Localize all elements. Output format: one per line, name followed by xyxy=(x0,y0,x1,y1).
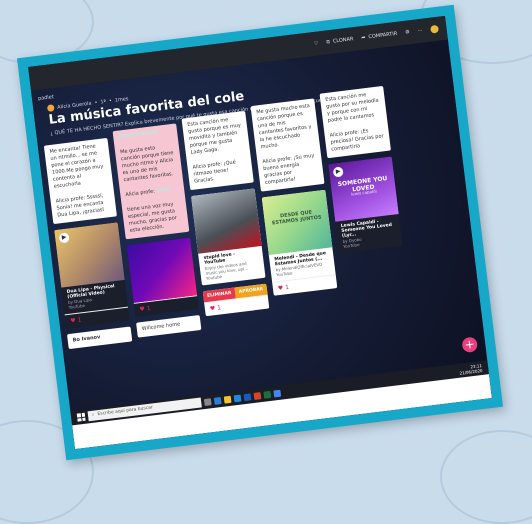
video-card[interactable]: stupid love - YouTube Enjoy the videos a… xyxy=(191,188,266,286)
share-button[interactable]: ➦ COMPARTIR xyxy=(361,31,398,41)
photo-frame: ♡ ⧉ CLONAR ➦ COMPARTIR ⚙ ⋯ padlet Alicia… xyxy=(16,4,504,461)
video-card[interactable]: ♥ 1 xyxy=(126,237,199,317)
video-thumbnail[interactable] xyxy=(191,188,262,254)
teacher-reply: Alicia profe: ¡Qué ritmazo tiene! Gracia… xyxy=(192,159,237,185)
heart-icon: ♥ xyxy=(139,305,146,314)
edge-icon[interactable] xyxy=(213,396,222,405)
windows-start-icon[interactable] xyxy=(76,412,86,422)
post-card[interactable]: Willcome home xyxy=(136,314,202,338)
cortana-icon[interactable] xyxy=(203,397,212,406)
video-card[interactable]: ▶ SOMEONE YOU LOVED lewis capaldi Lewis … xyxy=(328,156,403,254)
moderation-card: ELIMINAR APROBAR ♥ 1 xyxy=(202,283,270,317)
word-icon[interactable] xyxy=(243,392,252,401)
teacher-reply: Alicia profe: Sssssí, Sonia! me encanta … xyxy=(55,192,105,219)
heart-icon: ♡ xyxy=(313,40,319,47)
monitor-screen: ♡ ⧉ CLONAR ➦ COMPARTIR ⚙ ⋯ padlet Alicia… xyxy=(28,15,492,450)
heart-icon: ♥ xyxy=(209,305,216,313)
author-avatar xyxy=(46,104,55,112)
play-icon[interactable]: ▶ xyxy=(58,232,70,244)
more-button[interactable]: ⋯ xyxy=(417,28,423,35)
post-card[interactable]: Esta canción me gusta por su melodía y p… xyxy=(319,85,391,159)
store-icon[interactable] xyxy=(233,394,242,402)
video-card[interactable]: DESDE QUE ESTAMOS JUNTOS Melendi - Desde… xyxy=(261,189,338,296)
more-icon: ⋯ xyxy=(417,27,423,35)
taskbar-clock[interactable]: 23:11 21/06/2020 xyxy=(459,363,482,376)
post-text: Me encanta! Tiene un ritmillo... se me p… xyxy=(49,143,104,190)
video-thumbnail[interactable]: DESDE QUE ESTAMOS JUNTOS xyxy=(261,189,333,256)
post-text: Me gusta mucho esta canción porque es un… xyxy=(255,103,312,151)
post-card[interactable]: Me gusta esta canción porque tiene mucho… xyxy=(112,123,190,240)
settings-button[interactable]: ⚙ xyxy=(405,29,410,36)
search-icon: ⌕ xyxy=(91,412,95,418)
post-card[interactable]: Me gusta mucho esta canción porque es un… xyxy=(250,98,325,192)
teacher-reply: tiene una voz muy especial, me gusta muc… xyxy=(126,201,178,234)
powerpoint-icon[interactable] xyxy=(253,391,262,400)
video-thumbnail[interactable]: ▶ xyxy=(54,222,125,288)
clone-button[interactable]: ⧉ CLONAR xyxy=(326,36,354,45)
share-icon: ➦ xyxy=(361,34,366,42)
clone-icon: ⧉ xyxy=(326,39,331,46)
teacher-reply: Alicia profe: ¡Su muy buena energía grac… xyxy=(262,152,315,186)
heart-button[interactable]: ♡ xyxy=(314,40,319,47)
post-card[interactable]: Bo Ivanov xyxy=(66,326,133,350)
heart-icon: ♥ xyxy=(69,317,77,325)
teacher-reply: Alicia profe: ¡Es preciosa! Gracias por … xyxy=(329,128,384,153)
folder-icon[interactable] xyxy=(223,395,232,404)
post-card[interactable]: Esta canción me gusta porque es muy movi… xyxy=(181,110,254,191)
video-thumbnail[interactable] xyxy=(126,237,198,303)
gear-icon: ⚙ xyxy=(404,29,411,36)
video-thumbnail[interactable]: ▶ SOMEONE YOU LOVED lewis capaldi xyxy=(328,156,399,222)
heart-icon: ♥ xyxy=(277,284,284,293)
video-card[interactable]: ▶ Dua Lipa - Physical (Official Video) b… xyxy=(54,222,130,329)
post-card[interactable]: Me encanta! Tiene un ritmillo... se me p… xyxy=(43,137,117,225)
user-avatar[interactable] xyxy=(430,24,439,34)
play-icon[interactable]: ▶ xyxy=(332,166,344,178)
excel-icon[interactable] xyxy=(263,390,272,399)
chrome-icon[interactable] xyxy=(273,389,282,398)
